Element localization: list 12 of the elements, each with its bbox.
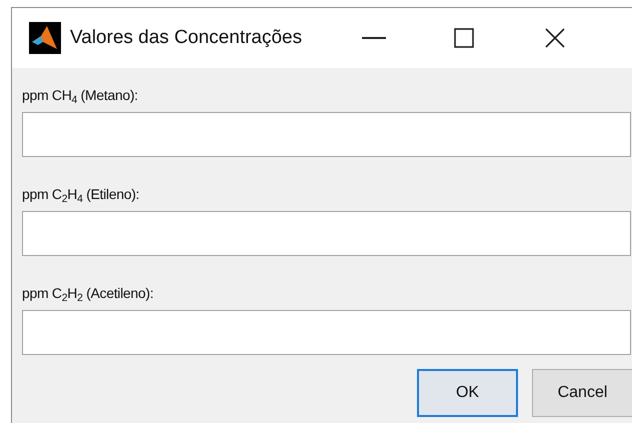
input-field[interactable] bbox=[22, 112, 631, 157]
maximize-icon[interactable] bbox=[454, 28, 474, 48]
input-field[interactable] bbox=[22, 211, 631, 256]
field-label: ppm C$_{2}$H$_{4}$ (Etileno): bbox=[22, 185, 140, 207]
dialog-button[interactable]: Cancel bbox=[532, 369, 632, 417]
input-field[interactable] bbox=[22, 310, 631, 355]
field-label: ppm CH$_{4}$ (Metano): bbox=[22, 86, 139, 108]
dialog-button[interactable]: OK bbox=[417, 369, 518, 417]
window-title: Valores das Concentrações bbox=[70, 26, 302, 50]
field-label: ppm C$_{2}$H$_{2}$ (Acetileno): bbox=[22, 284, 154, 306]
app-logo-icon bbox=[29, 22, 61, 54]
close-icon[interactable] bbox=[545, 28, 565, 48]
